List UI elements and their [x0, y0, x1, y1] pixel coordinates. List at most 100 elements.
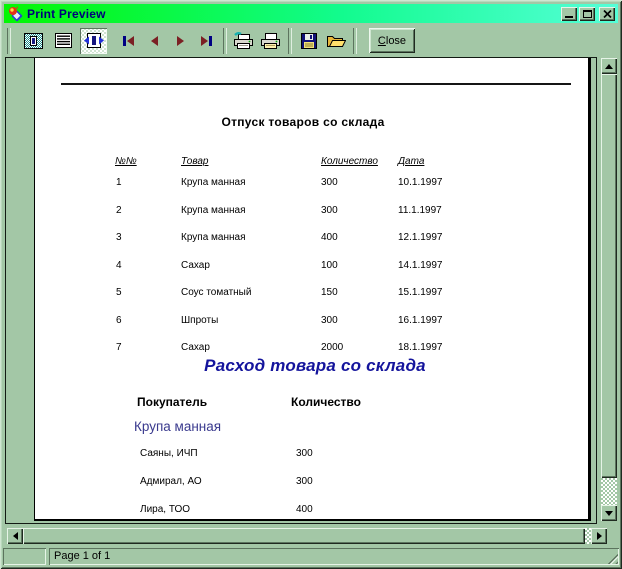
table-row: 4 Сахар 100 14.1.1997: [35, 260, 588, 288]
close-preview-button[interactable]: Close: [369, 28, 415, 53]
close-icon: [603, 10, 612, 18]
caption-buttons: [561, 7, 615, 21]
table-row: 1 Крупа манная 300 10.1.1997: [35, 177, 588, 205]
report2-title: Расход товара со склада: [35, 356, 595, 376]
save-report-button[interactable]: [295, 28, 322, 54]
scroll-up-button[interactable]: [601, 58, 617, 74]
view-whole-page-button[interactable]: [20, 28, 47, 54]
statusbar: Page 1 of 1: [3, 548, 619, 565]
report2-col-buyer: Покупатель: [137, 395, 207, 409]
report2-rows: Саяны, ИЧП 300 Адмирал, АО 300 Лира, ТОО…: [35, 448, 588, 532]
row-date: 16.1.1997: [398, 315, 443, 326]
horizontal-scrollbar[interactable]: [7, 528, 607, 544]
row-date: 14.1.1997: [398, 260, 443, 271]
printer-setup-button[interactable]: [230, 28, 257, 54]
maximize-button[interactable]: [579, 7, 595, 21]
table-row: 2 Крупа манная 300 11.1.1997: [35, 205, 588, 233]
next-page-button[interactable]: [169, 30, 191, 52]
report-page: Отпуск товаров со склада №№ Товар Количе…: [34, 58, 591, 521]
row-num: 3: [116, 232, 122, 243]
next-page-icon: [177, 36, 184, 46]
table-row: 6 Шпроты 300 16.1.1997: [35, 315, 588, 343]
print-button[interactable]: [257, 28, 284, 54]
page-header-rule: [61, 83, 571, 85]
minimize-icon: [565, 16, 573, 18]
row-date: 10.1.1997: [398, 177, 443, 188]
row-qty: 100: [321, 260, 338, 271]
report1-title: Отпуск товаров со склада: [35, 115, 571, 129]
row-num: 7: [116, 342, 122, 353]
open-folder-icon: [326, 33, 346, 48]
row-qty: 300: [321, 315, 338, 326]
report1-col-qty: Количество: [321, 156, 378, 167]
prev-page-icon: [151, 36, 158, 46]
print-preview-window: Print Preview: [0, 0, 622, 569]
row-buyer: Адмирал, АО: [140, 476, 202, 487]
table-row: Адмирал, АО 300: [35, 476, 588, 504]
row-qty: 400: [296, 504, 313, 515]
row-qty: 400: [321, 232, 338, 243]
report2-group-header: Крупа манная: [134, 419, 221, 434]
last-page-button[interactable]: [195, 30, 217, 52]
row-num: 5: [116, 287, 122, 298]
row-buyer: Саяны, ИЧП: [140, 448, 198, 459]
report2-col-qty: Количество: [291, 395, 361, 409]
load-report-button[interactable]: [322, 28, 349, 54]
table-row: 3 Крупа манная 400 12.1.1997: [35, 232, 588, 260]
print-setup-icon: [232, 32, 255, 50]
fit-width-icon: [84, 33, 104, 48]
row-num: 4: [116, 260, 122, 271]
arrow-up-icon: [605, 64, 613, 69]
statusbar-panel-page: Page 1 of 1: [49, 548, 619, 565]
last-page-icon: [201, 36, 208, 46]
page-indicator: Page 1 of 1: [54, 550, 110, 562]
row-qty: 2000: [321, 342, 343, 353]
toolbar-separator: [223, 28, 227, 54]
row-buyer: Лира, ТОО: [140, 504, 190, 515]
first-page-icon: [123, 36, 126, 46]
view-fit-width-button[interactable]: [80, 28, 107, 54]
table-row: 5 Соус томатный 150 15.1.1997: [35, 287, 588, 315]
report1-col-num: №№: [115, 156, 137, 167]
horizontal-scrollbar-thumb[interactable]: [23, 528, 585, 544]
first-page-button[interactable]: [117, 30, 139, 52]
table-row: Саяны, ИЧП 300: [35, 448, 588, 476]
print-icon: [259, 32, 282, 50]
row-product: Соус томатный: [181, 287, 251, 298]
report1-col-date: Дата: [398, 156, 424, 167]
row-date: 12.1.1997: [398, 232, 443, 243]
toolbar-separator: [353, 28, 357, 54]
row-product: Крупа манная: [181, 177, 246, 188]
row-qty: 150: [321, 287, 338, 298]
page-lines-icon: [55, 33, 72, 48]
toolbar: Close: [4, 25, 618, 56]
scroll-down-button[interactable]: [601, 505, 617, 521]
minimize-button[interactable]: [561, 7, 577, 21]
statusbar-panel-empty: [3, 548, 46, 565]
row-product: Сахар: [181, 260, 210, 271]
row-date: 11.1.1997: [398, 205, 442, 216]
row-qty: 300: [296, 476, 313, 487]
row-qty: 300: [321, 205, 338, 216]
row-qty: 300: [321, 177, 338, 188]
preview-area[interactable]: Отпуск товаров со склада №№ Товар Количе…: [5, 57, 597, 524]
arrow-left-icon: [13, 532, 18, 540]
scroll-right-button[interactable]: [591, 528, 607, 544]
window-title: Print Preview: [27, 7, 561, 21]
toolbar-separator: [7, 28, 11, 54]
scroll-left-button[interactable]: [7, 528, 23, 544]
close-window-button[interactable]: [599, 7, 615, 21]
row-product: Крупа манная: [181, 205, 246, 216]
previous-page-button[interactable]: [143, 30, 165, 52]
row-product: Шпроты: [181, 315, 218, 326]
titlebar[interactable]: Print Preview: [4, 4, 618, 23]
whole-page-icon: [24, 33, 43, 49]
close-button-label: Close: [369, 35, 415, 47]
vertical-scrollbar-thumb[interactable]: [601, 74, 617, 478]
report1-col-product: Товар: [181, 156, 208, 167]
row-num: 2: [116, 205, 122, 216]
save-icon: [301, 33, 317, 49]
view-page-width-button[interactable]: [50, 28, 77, 54]
vertical-scrollbar[interactable]: [601, 58, 617, 521]
row-qty: 300: [296, 448, 313, 459]
